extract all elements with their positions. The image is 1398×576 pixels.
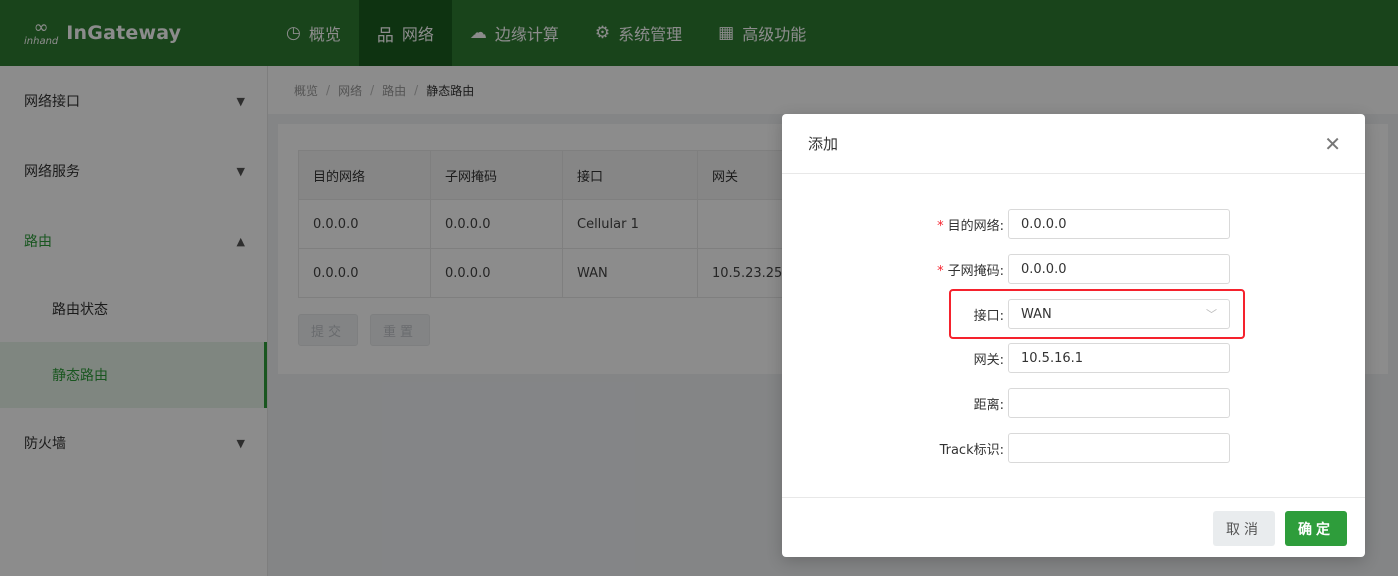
confirm-button[interactable]: 确定	[1285, 511, 1347, 546]
interface-highlight-box	[949, 289, 1245, 339]
field-destination-label: 目的网络:	[947, 218, 1004, 234]
field-destination-row: * 目的网络: 0.0.0.0	[782, 209, 1365, 239]
field-distance-label: 距离:	[973, 397, 1004, 413]
destination-input[interactable]: 0.0.0.0	[1008, 209, 1230, 239]
dialog-footer: 取消 确定	[782, 497, 1365, 557]
netmask-input[interactable]: 0.0.0.0	[1008, 254, 1230, 284]
field-track-label: Track标识:	[939, 442, 1004, 458]
field-netmask-row: * 子网掩码: 0.0.0.0	[782, 254, 1365, 284]
field-distance-row: 距离:	[782, 388, 1365, 418]
cancel-button[interactable]: 取消	[1213, 511, 1275, 546]
distance-input[interactable]	[1008, 388, 1230, 418]
field-track-row: Track标识:	[782, 433, 1365, 463]
track-input[interactable]	[1008, 433, 1230, 463]
add-route-dialog: 添加 ✕ * 目的网络: 0.0.0.0 * 子网掩码: 0.0.0.0 接口: W…	[782, 114, 1365, 557]
close-icon[interactable]: ✕	[1324, 132, 1341, 156]
field-gateway-row: 网关: 10.5.16.1	[782, 343, 1365, 373]
dialog-title: 添加	[808, 135, 839, 153]
gateway-input[interactable]: 10.5.16.1	[1008, 343, 1230, 373]
dialog-header: 添加 ✕	[782, 114, 1365, 174]
field-gateway-label: 网关:	[973, 352, 1004, 368]
field-netmask-label: 子网掩码:	[947, 263, 1004, 279]
